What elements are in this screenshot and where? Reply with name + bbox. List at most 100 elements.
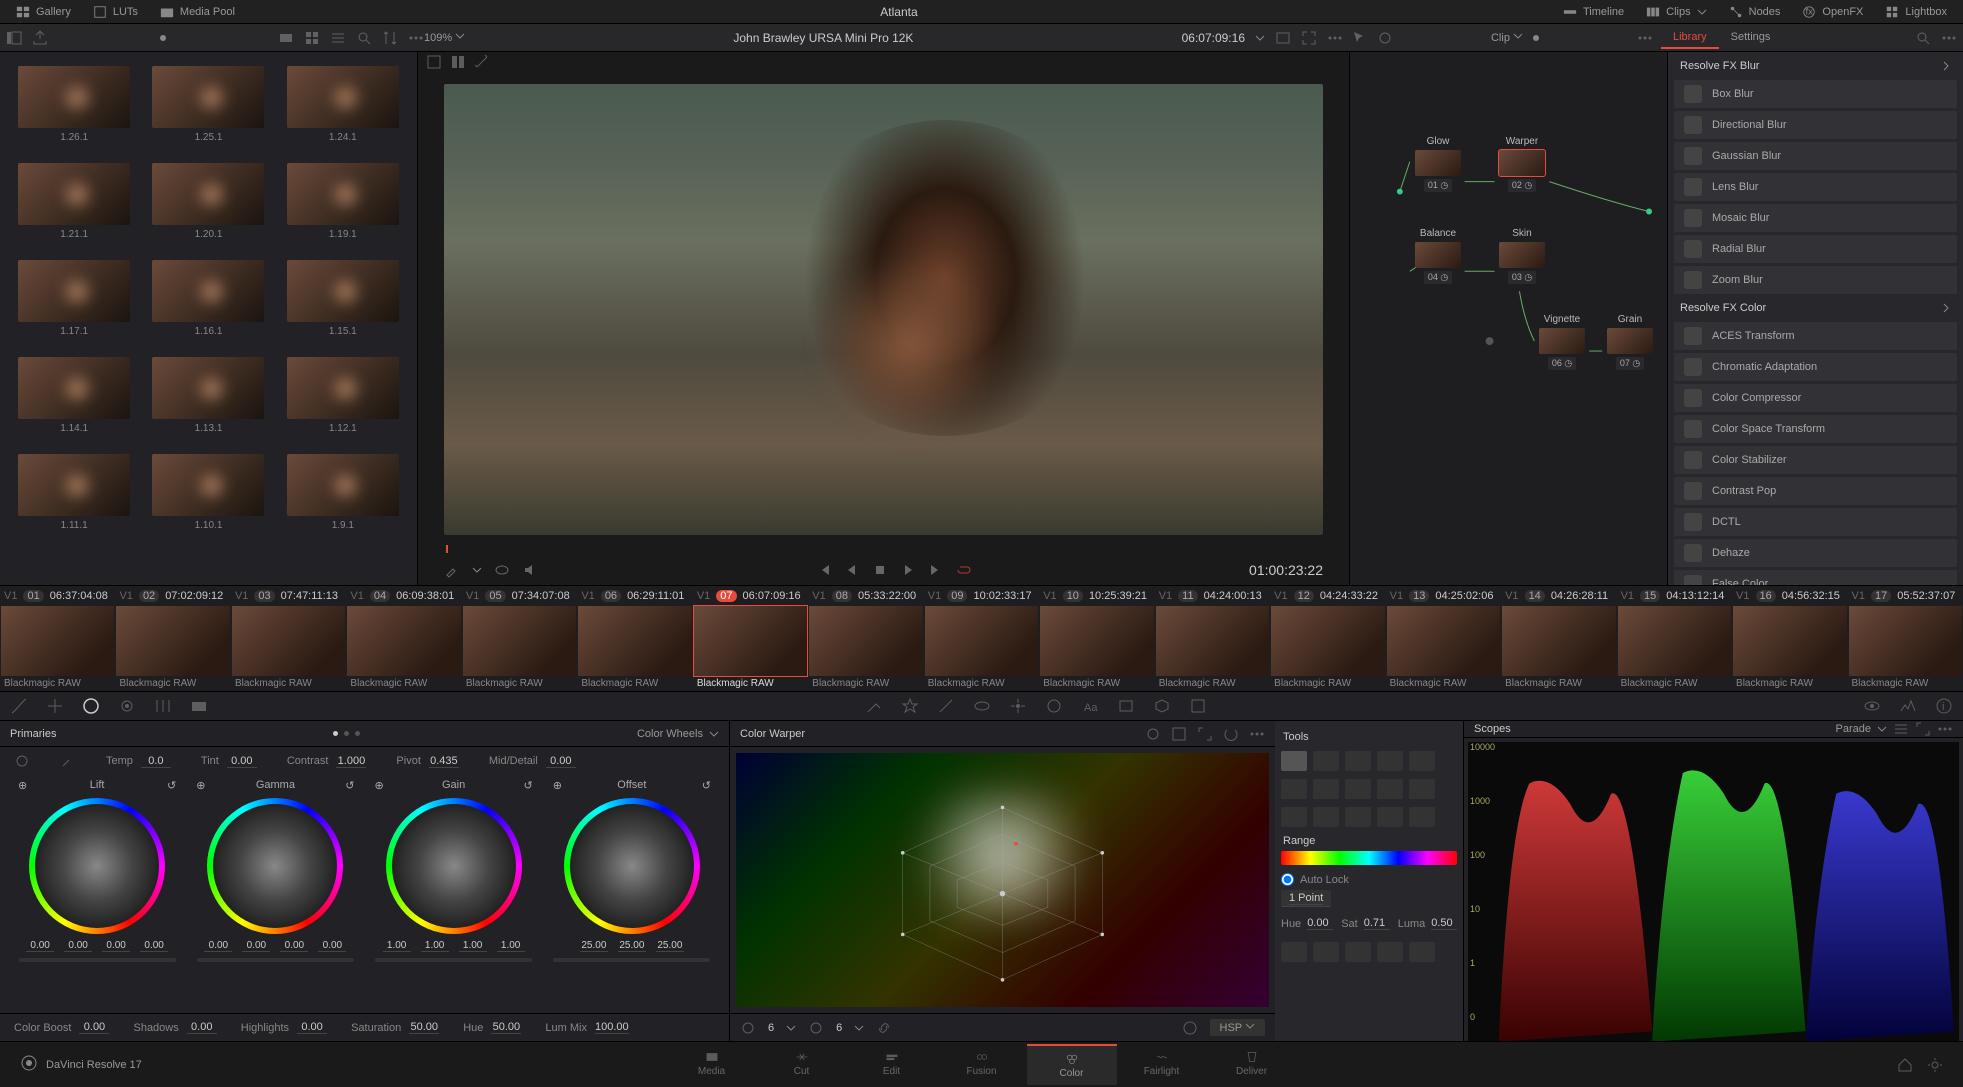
wheel-reset-icon[interactable]: ⊕	[18, 779, 27, 792]
saturation-value[interactable]: 50.00	[409, 1021, 439, 1034]
gallery-still[interactable]: 1.14.1	[14, 357, 134, 434]
wheel-value[interactable]: 0.00	[318, 940, 346, 952]
tool-a[interactable]	[1281, 779, 1307, 799]
strip-clip[interactable]: Blackmagic RAW	[1848, 606, 1963, 691]
strip-clip[interactable]: Blackmagic RAW	[1039, 606, 1154, 691]
wheel-slider[interactable]	[197, 958, 354, 962]
next-clip-icon[interactable]	[928, 562, 944, 578]
middetail-value[interactable]: 0.00	[546, 755, 576, 768]
page-fairlight[interactable]: Fairlight	[1117, 1044, 1207, 1085]
page-edit[interactable]: Edit	[847, 1044, 937, 1085]
timeline-tab[interactable]: Timeline	[1553, 2, 1634, 22]
gallery-still[interactable]: 1.25.1	[148, 66, 268, 143]
grid-res-icon[interactable]	[740, 1020, 756, 1036]
pull-tool[interactable]	[1377, 751, 1403, 771]
tracker-icon[interactable]	[1009, 697, 1027, 715]
zoom-level[interactable]: 109%	[424, 31, 465, 44]
scopes-mode-dropdown[interactable]: Parade	[1836, 721, 1953, 737]
gallery-still[interactable]: 1.16.1	[148, 260, 268, 337]
stop-icon[interactable]	[872, 562, 888, 578]
wheel-reset-icon[interactable]: ↺	[345, 779, 354, 792]
3d-icon[interactable]	[1153, 697, 1171, 715]
fx-item[interactable]: DCTL	[1674, 508, 1957, 536]
gallery-still[interactable]: 1.24.1	[283, 66, 403, 143]
fx-item[interactable]: Dehaze	[1674, 539, 1957, 567]
search-icon[interactable]	[1915, 30, 1931, 46]
gallery-still[interactable]: 1.17.1	[14, 260, 134, 337]
strip-clip[interactable]: Blackmagic RAW	[808, 606, 923, 691]
clip-dropdown[interactable]: Clip	[1491, 31, 1523, 44]
wt-reset4[interactable]	[1377, 942, 1403, 962]
scrubber[interactable]	[444, 543, 1323, 555]
gallery-still[interactable]: 1.9.1	[283, 454, 403, 531]
wheel-value[interactable]: 0.00	[280, 940, 308, 952]
gallery-still[interactable]: 1.26.1	[14, 66, 134, 143]
draw-tool[interactable]	[1313, 751, 1339, 771]
scope-icon[interactable]	[1899, 697, 1917, 715]
wheel-reset-icon[interactable]: ⊕	[375, 779, 384, 792]
wt-reset3[interactable]	[1345, 942, 1371, 962]
warper-target-icon[interactable]	[1145, 726, 1161, 742]
wheel-slider[interactable]	[375, 958, 532, 962]
magic-icon[interactable]	[1045, 697, 1063, 715]
fx-item[interactable]: Gaussian Blur	[1674, 142, 1957, 170]
prev-clip-icon[interactable]	[816, 562, 832, 578]
viewer-split-icon[interactable]	[450, 54, 466, 70]
settings-icon[interactable]	[1927, 1057, 1943, 1073]
wheel-value[interactable]: 25.00	[580, 940, 608, 952]
page-cut[interactable]: Cut	[757, 1044, 847, 1085]
tool-f[interactable]	[1281, 807, 1307, 827]
color-wheel[interactable]	[207, 798, 343, 934]
loop-icon[interactable]	[956, 562, 972, 578]
picker-icon[interactable]	[60, 753, 76, 769]
range-gradient[interactable]	[1281, 851, 1457, 865]
color-wheel[interactable]	[29, 798, 165, 934]
temp-value[interactable]: 0.0	[141, 755, 171, 768]
fx-item[interactable]: Directional Blur	[1674, 111, 1957, 139]
picker-icon[interactable]	[444, 562, 460, 578]
qualifier-icon[interactable]	[865, 697, 883, 715]
step-back-icon[interactable]	[844, 562, 860, 578]
grid2-value[interactable]: 6	[836, 1022, 842, 1034]
strip-clip[interactable]: Blackmagic RAW	[1617, 606, 1732, 691]
fx-section-header[interactable]: Resolve FX Blur	[1668, 52, 1963, 80]
text-icon[interactable]: Aa	[1081, 697, 1099, 715]
strip-clip[interactable]: Blackmagic RAW	[346, 606, 461, 691]
gallery-still[interactable]: 1.11.1	[14, 454, 134, 531]
lummix-value[interactable]: 100.00	[595, 1021, 629, 1034]
mediapool-tab[interactable]: Media Pool	[150, 2, 245, 22]
node-balance[interactable]: Balance04 ◷	[1410, 228, 1466, 284]
contrast-value[interactable]: 1.000	[336, 755, 366, 768]
gallery-still[interactable]: 1.21.1	[14, 163, 134, 240]
shadows-value[interactable]: 0.00	[187, 1021, 217, 1034]
camera-icon[interactable]	[190, 697, 208, 715]
gallery-still[interactable]: 1.15.1	[283, 260, 403, 337]
wheel-reset-icon[interactable]: ↺	[702, 779, 711, 792]
hdr-icon[interactable]	[118, 697, 136, 715]
fx-item[interactable]: Box Blur	[1674, 80, 1957, 108]
stills-icon[interactable]	[278, 30, 294, 46]
select-tool[interactable]	[1281, 751, 1307, 771]
fx-item[interactable]: Mosaic Blur	[1674, 204, 1957, 232]
tint-value[interactable]: 0.00	[227, 755, 257, 768]
wheel-value[interactable]: 0.00	[204, 940, 232, 952]
wheel-reset-icon[interactable]: ↺	[167, 779, 176, 792]
viewer-wand-icon[interactable]	[474, 54, 490, 70]
expand-icon[interactable]	[1301, 30, 1317, 46]
strip-clip[interactable]: Blackmagic RAW	[693, 606, 808, 691]
lightbox-tab[interactable]: Lightbox	[1875, 2, 1957, 22]
hue-value[interactable]: 50.00	[491, 1021, 521, 1034]
more-icon[interactable]	[408, 30, 424, 46]
fx-item[interactable]: ACES Transform	[1674, 322, 1957, 350]
strip-clip[interactable]: Blackmagic RAW	[1155, 606, 1270, 691]
tool-i[interactable]	[1377, 807, 1403, 827]
strip-clip[interactable]: Blackmagic RAW	[1501, 606, 1616, 691]
expand-icon[interactable]	[1197, 726, 1213, 742]
colorboost-value[interactable]: 0.00	[79, 1021, 109, 1034]
more-icon[interactable]	[1249, 726, 1265, 742]
colorspace-dropdown[interactable]: HSP	[1210, 1019, 1265, 1036]
strip-clip[interactable]: Blackmagic RAW	[924, 606, 1039, 691]
audio-icon[interactable]	[522, 562, 538, 578]
chevron-down-icon[interactable]	[1255, 33, 1265, 43]
wheel-slider[interactable]	[553, 958, 710, 962]
